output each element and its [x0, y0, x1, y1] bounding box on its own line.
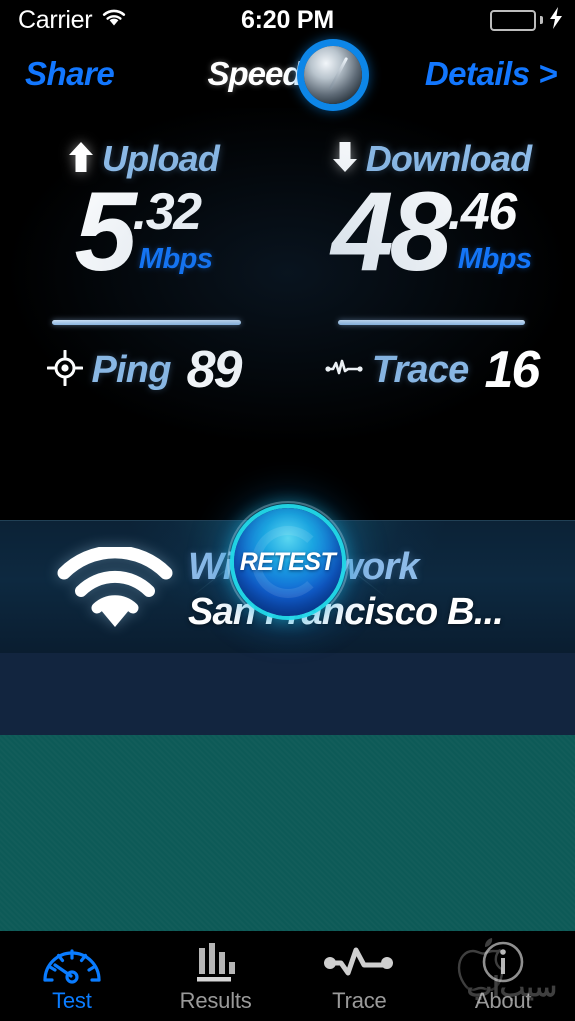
battery-full-icon	[490, 9, 536, 31]
upload-column: Upload 5 .32 Mbps Ping 89	[0, 108, 287, 520]
spacer-band	[0, 653, 575, 735]
clock-label: 6:20 PM	[240, 5, 335, 34]
ad-placeholder-band	[0, 735, 575, 931]
download-whole: 48	[331, 169, 452, 294]
details-button[interactable]: Details >	[425, 55, 558, 93]
info-circle-icon	[480, 939, 526, 985]
tab-trace[interactable]: Trace	[288, 931, 432, 1021]
status-bar-right	[490, 6, 563, 34]
trace-value: 16	[484, 341, 540, 399]
upload-decimal: .32	[132, 183, 202, 241]
upload-unit: Mbps	[138, 243, 213, 276]
waveform-icon	[325, 357, 363, 384]
tab-label-results: Results	[179, 987, 252, 1013]
battery-cap	[540, 16, 543, 24]
tab-label-test: Test	[52, 987, 92, 1013]
retest-label: RETEST	[239, 547, 336, 576]
download-column: Download 48 .46 Mbps Trace 16	[288, 108, 575, 520]
wifi-network-name: San Francisco B...	[188, 590, 504, 633]
share-button[interactable]: Share	[25, 55, 115, 93]
tab-bar: Test Results Trace About	[0, 931, 575, 1021]
app-screen: Carrier 6:20 PM Share Speed Details > Up…	[0, 0, 575, 1021]
download-value: 48 .46 Mbps	[288, 169, 575, 294]
upload-whole: 5	[74, 169, 136, 294]
crosshair-icon	[46, 349, 83, 391]
tab-test[interactable]: Test	[0, 931, 144, 1021]
tab-about[interactable]: About	[431, 931, 575, 1021]
tab-label-about: About	[474, 987, 532, 1013]
tab-results[interactable]: Results	[144, 931, 288, 1021]
retest-button[interactable]: RETEST	[233, 508, 342, 616]
ping-row: Ping 89	[0, 340, 287, 400]
ping-value: 89	[186, 341, 243, 399]
upload-header: Upload	[0, 138, 287, 180]
tab-label-trace: Trace	[332, 987, 387, 1013]
trace-label: Trace	[371, 348, 470, 391]
nav-bar: Share Speed Details >	[0, 40, 575, 108]
trace-row: Trace 16	[288, 340, 575, 400]
results-area: Upload 5 .32 Mbps Ping 89 Download 48 .4…	[0, 108, 575, 616]
bar-chart-icon	[190, 939, 242, 985]
upload-divider	[52, 320, 241, 325]
upload-value: 5 .32 Mbps	[0, 169, 287, 294]
status-bar: Carrier 6:20 PM	[0, 0, 575, 40]
wifi-large-icon	[56, 545, 174, 635]
download-divider	[338, 320, 525, 325]
speedtest-dial-logo	[303, 46, 362, 104]
ping-label: Ping	[91, 348, 172, 391]
speedtest-logo: Speed	[208, 43, 368, 105]
logo-text: Speed	[207, 55, 303, 92]
lightning-bolt-icon	[549, 6, 563, 34]
download-decimal: .46	[447, 183, 517, 241]
waveform-icon	[322, 939, 396, 985]
speedometer-icon	[41, 939, 103, 985]
download-unit: Mbps	[457, 243, 532, 276]
